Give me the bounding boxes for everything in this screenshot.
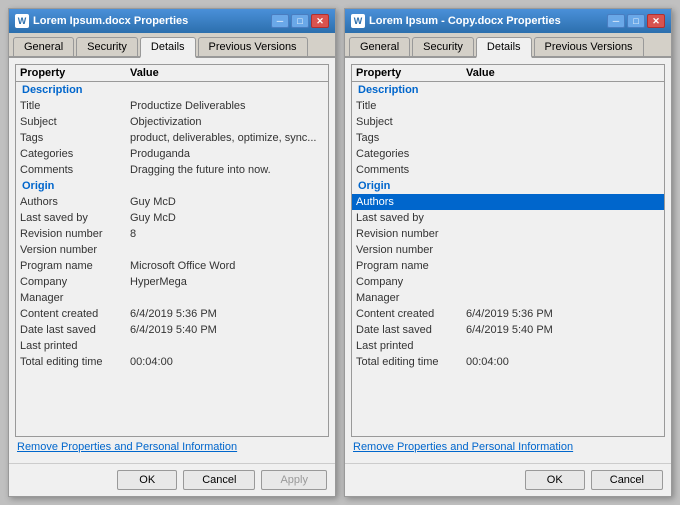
title-bar-left-1: W Lorem Ipsum.docx Properties	[15, 14, 188, 28]
tab-security-2[interactable]: Security	[412, 37, 474, 56]
table-row[interactable]: Version number	[16, 242, 328, 258]
table-header-1: Property Value	[16, 65, 328, 82]
tab-general-2[interactable]: General	[349, 37, 410, 56]
tab-details-2[interactable]: Details	[476, 37, 532, 58]
section-description-2: Description	[352, 82, 664, 98]
section-description-1: Description	[16, 82, 328, 98]
title-bar-2: W Lorem Ipsum - Copy.docx Properties ─ □…	[345, 9, 671, 33]
close-button-1[interactable]: ✕	[311, 14, 329, 28]
title-controls-1: ─ □ ✕	[271, 14, 329, 28]
table-row[interactable]: Categories Produganda	[16, 146, 328, 162]
table-row[interactable]: Categories	[352, 146, 664, 162]
apply-button-1[interactable]: Apply	[261, 470, 327, 490]
table-row[interactable]: Content created 6/4/2019 5:36 PM	[352, 306, 664, 322]
col-header-value-1: Value	[130, 67, 324, 79]
content-2: Property Value Description Title Subject…	[345, 58, 671, 463]
section-origin-1: Origin	[16, 178, 328, 194]
button-row-1: OK Cancel Apply	[9, 463, 335, 496]
col-header-value-2: Value	[466, 67, 660, 79]
table-row[interactable]: Revision number 8	[16, 226, 328, 242]
table-row[interactable]: Title	[352, 98, 664, 114]
section-origin-2: Origin	[352, 178, 664, 194]
table-scroll-2[interactable]: Property Value Description Title Subject…	[352, 65, 664, 436]
close-button-2[interactable]: ✕	[647, 14, 665, 28]
table-row[interactable]: Company	[352, 274, 664, 290]
maximize-button-1[interactable]: □	[291, 14, 309, 28]
table-scroll-1[interactable]: Property Value Description Title Product…	[16, 65, 328, 436]
table-row[interactable]: Last saved by	[352, 210, 664, 226]
table-row[interactable]: Total editing time 00:04:00	[16, 354, 328, 370]
col-header-property-2: Property	[356, 67, 466, 79]
table-row[interactable]: Comments Dragging the future into now.	[16, 162, 328, 178]
dialog-1: W Lorem Ipsum.docx Properties ─ □ ✕ Gene…	[8, 8, 336, 497]
tab-general-1[interactable]: General	[13, 37, 74, 56]
ok-button-2[interactable]: OK	[525, 470, 585, 490]
property-table-2: Property Value Description Title Subject…	[351, 64, 665, 437]
ok-button-1[interactable]: OK	[117, 470, 177, 490]
minimize-button-1[interactable]: ─	[271, 14, 289, 28]
tab-previous-versions-1[interactable]: Previous Versions	[198, 37, 308, 56]
content-1: Property Value Description Title Product…	[9, 58, 335, 463]
table-row[interactable]: Manager	[16, 290, 328, 306]
table-row[interactable]: Content created 6/4/2019 5:36 PM	[16, 306, 328, 322]
cancel-button-2[interactable]: Cancel	[591, 470, 663, 490]
tab-security-1[interactable]: Security	[76, 37, 138, 56]
tab-bar-2: General Security Details Previous Versio…	[345, 33, 671, 58]
tab-previous-versions-2[interactable]: Previous Versions	[534, 37, 644, 56]
button-row-2: OK Cancel	[345, 463, 671, 496]
table-row[interactable]: Company HyperMega	[16, 274, 328, 290]
property-table-1: Property Value Description Title Product…	[15, 64, 329, 437]
title-controls-2: ─ □ ✕	[607, 14, 665, 28]
title-bar-1: W Lorem Ipsum.docx Properties ─ □ ✕	[9, 9, 335, 33]
title-bar-left-2: W Lorem Ipsum - Copy.docx Properties	[351, 14, 561, 28]
table-row[interactable]: Comments	[352, 162, 664, 178]
table-row[interactable]: Last printed	[16, 338, 328, 354]
table-row[interactable]: Version number	[352, 242, 664, 258]
table-row[interactable]: Tags	[352, 130, 664, 146]
col-header-property-1: Property	[20, 67, 130, 79]
table-row[interactable]: Date last saved 6/4/2019 5:40 PM	[16, 322, 328, 338]
table-row[interactable]: Date last saved 6/4/2019 5:40 PM	[352, 322, 664, 338]
table-row[interactable]: Subject Objectivization	[16, 114, 328, 130]
table-row[interactable]: Title Productize Deliverables	[16, 98, 328, 114]
tab-details-1[interactable]: Details	[140, 37, 196, 58]
table-header-2: Property Value	[352, 65, 664, 82]
table-row[interactable]: Program name	[352, 258, 664, 274]
table-row[interactable]: Program name Microsoft Office Word	[16, 258, 328, 274]
table-row[interactable]: Last printed	[352, 338, 664, 354]
remove-properties-link-1[interactable]: Remove Properties and Personal Informati…	[15, 437, 329, 457]
doc-icon-1: W	[15, 14, 29, 28]
cancel-button-1[interactable]: Cancel	[183, 470, 255, 490]
maximize-button-2[interactable]: □	[627, 14, 645, 28]
table-row[interactable]: Revision number	[352, 226, 664, 242]
table-row[interactable]: Manager	[352, 290, 664, 306]
doc-icon-2: W	[351, 14, 365, 28]
table-row[interactable]: Authors Guy McD	[16, 194, 328, 210]
minimize-button-2[interactable]: ─	[607, 14, 625, 28]
dialog-title-2: Lorem Ipsum - Copy.docx Properties	[369, 15, 561, 27]
table-row[interactable]: Total editing time 00:04:00	[352, 354, 664, 370]
tab-bar-1: General Security Details Previous Versio…	[9, 33, 335, 58]
dialog-2: W Lorem Ipsum - Copy.docx Properties ─ □…	[344, 8, 672, 497]
table-row[interactable]: Last saved by Guy McD	[16, 210, 328, 226]
remove-properties-link-2[interactable]: Remove Properties and Personal Informati…	[351, 437, 665, 457]
table-row[interactable]: Subject	[352, 114, 664, 130]
table-row-authors-selected[interactable]: Authors	[352, 194, 664, 210]
dialog-title-1: Lorem Ipsum.docx Properties	[33, 15, 188, 27]
table-row[interactable]: Tags product, deliverables, optimize, sy…	[16, 130, 328, 146]
